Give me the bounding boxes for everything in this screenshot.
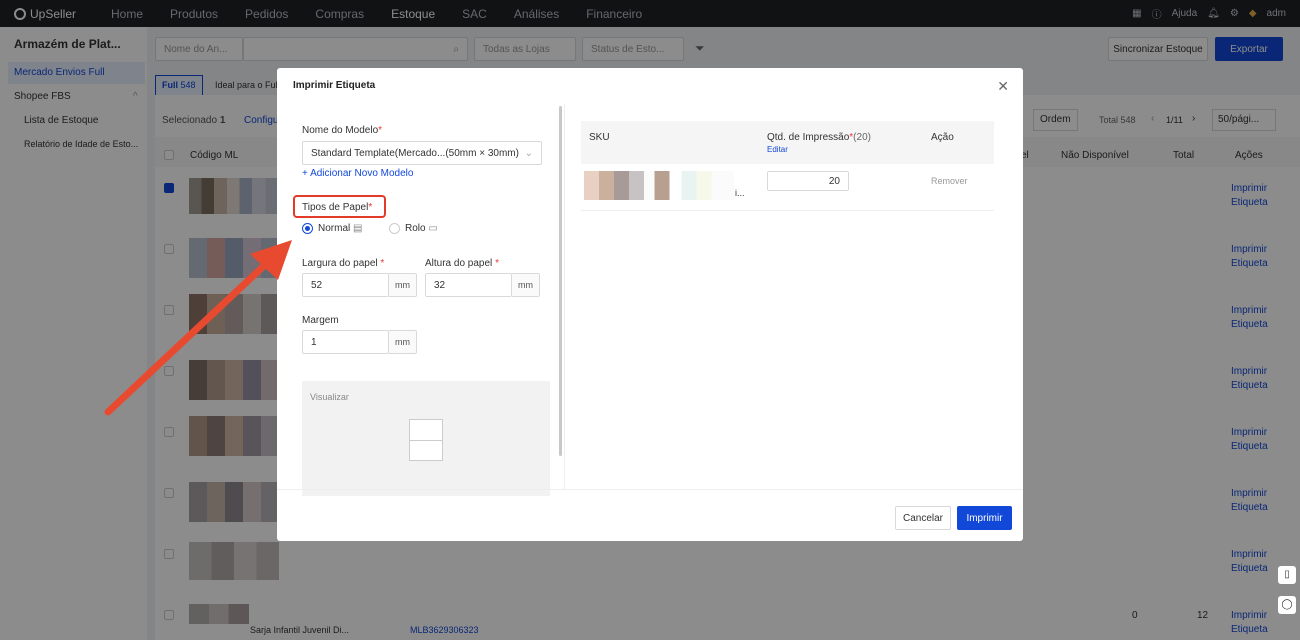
sheet-icon: ▤ bbox=[353, 223, 363, 234]
paper-width-value: 52 bbox=[311, 279, 323, 291]
left-panel-scrollbar[interactable] bbox=[559, 106, 562, 456]
paper-roll-radio[interactable] bbox=[389, 223, 400, 234]
cancel-button[interactable]: Cancelar bbox=[895, 506, 951, 530]
paper-height-unit: mm bbox=[512, 273, 540, 297]
paper-roll-label-text: Rolo bbox=[405, 223, 426, 234]
print-qty-value: 20 bbox=[828, 175, 840, 187]
row-divider bbox=[581, 210, 994, 211]
paper-height-input[interactable]: 32 bbox=[425, 273, 512, 297]
roll-icon: ▭ bbox=[428, 223, 438, 234]
margin-input[interactable]: 1 bbox=[302, 330, 389, 354]
print-label-modal: Imprimir Etiqueta ✕ Nome do Modelo* Stan… bbox=[277, 68, 1023, 541]
print-qty-input[interactable]: 20 bbox=[767, 171, 849, 191]
paper-height-value: 32 bbox=[434, 279, 446, 291]
modal-title: Imprimir Etiqueta bbox=[293, 80, 376, 91]
preview-label-sheet bbox=[409, 419, 443, 461]
header-action: Ação bbox=[931, 132, 954, 143]
paper-normal-label-text: Normal bbox=[318, 223, 351, 234]
print-qty-count: (20) bbox=[853, 132, 871, 143]
sku-thumbnail bbox=[584, 171, 734, 200]
close-icon[interactable]: ✕ bbox=[997, 78, 1009, 95]
margin-unit: mm bbox=[389, 330, 417, 354]
paper-width-unit: mm bbox=[389, 273, 417, 297]
print-button[interactable]: Imprimir bbox=[957, 506, 1012, 530]
preview-label: Visualizar bbox=[310, 392, 349, 402]
margin-value: 1 bbox=[311, 336, 317, 348]
paper-normal-label[interactable]: Normal ▤ bbox=[318, 223, 362, 234]
paper-height-label-text: Altura do papel bbox=[425, 258, 493, 269]
model-name-label-text: Nome do Modelo bbox=[302, 125, 379, 136]
model-name-label: Nome do Modelo* bbox=[302, 125, 382, 136]
preview-divider bbox=[410, 440, 442, 441]
mobile-icon[interactable]: ▯ bbox=[1278, 566, 1296, 584]
paper-width-input[interactable]: 52 bbox=[302, 273, 389, 297]
remove-link[interactable]: Remover bbox=[931, 176, 968, 186]
header-print-qty-text: Qtd. de Impressão bbox=[767, 132, 850, 143]
required-marker: * bbox=[378, 125, 383, 136]
paper-roll-label[interactable]: Rolo ▭ bbox=[405, 223, 438, 234]
add-model-link[interactable]: + Adicionar Novo Modelo bbox=[302, 168, 413, 179]
header-sku: SKU bbox=[589, 132, 610, 143]
model-select[interactable]: Standard Template(Mercado...(50mm × 30mm… bbox=[302, 141, 542, 165]
paper-width-label-text: Largura do papel bbox=[302, 258, 378, 269]
sku-text: i... bbox=[735, 188, 745, 198]
edit-qty-link[interactable]: Editar bbox=[767, 145, 788, 154]
header-print-qty: Qtd. de Impressão*(20) bbox=[767, 132, 871, 143]
label-preview-panel: Visualizar bbox=[302, 381, 550, 496]
paper-normal-radio[interactable] bbox=[302, 223, 313, 234]
footer-divider bbox=[277, 489, 1023, 490]
required-marker: * bbox=[495, 258, 499, 269]
chevron-down-icon: ⌄ bbox=[524, 147, 533, 159]
paper-height-label: Altura do papel * bbox=[425, 258, 499, 269]
margin-label: Margem bbox=[302, 315, 339, 326]
paper-type-highlight bbox=[293, 195, 386, 218]
panel-divider bbox=[564, 104, 565, 489]
model-select-value: Standard Template(Mercado...(50mm × 30mm… bbox=[311, 147, 519, 159]
whatsapp-icon[interactable]: ◯ bbox=[1278, 596, 1296, 614]
paper-width-label: Largura do papel * bbox=[302, 258, 384, 269]
required-marker: * bbox=[380, 258, 385, 269]
